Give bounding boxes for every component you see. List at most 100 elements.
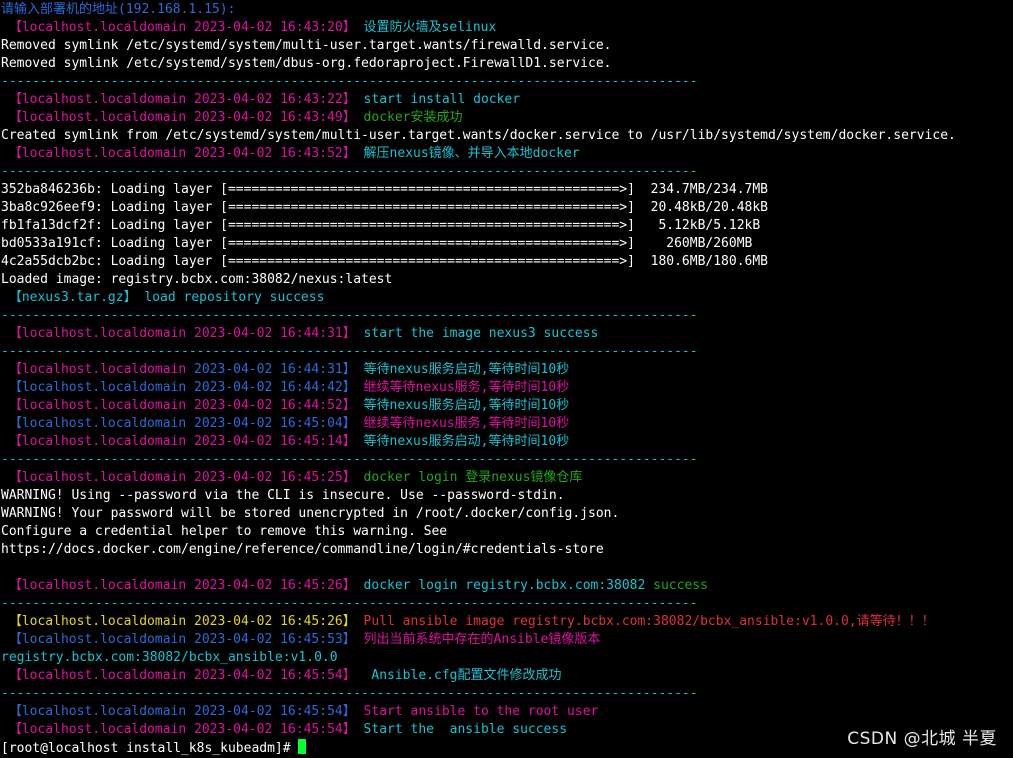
terminal-text: 继续等待nexus服务,等待时间10秒: [363, 416, 570, 431]
terminal-text: 3ba8c926eef9: Loading layer [===========…: [1, 200, 769, 215]
terminal-text: Removed symlink /etc/systemd/system/mult…: [1, 38, 612, 53]
terminal-text: start install docker: [363, 92, 521, 107]
terminal-line: ----------------------------------------…: [1, 685, 1013, 703]
terminal-text: 等待nexus服务启动,等待时间10秒: [363, 434, 570, 449]
terminal-text: 【localhost.localdomain 2023-04-02 16:45:…: [1, 578, 364, 593]
terminal-line: 【localhost.localdomain 2023-04-02 16:44:…: [1, 325, 1013, 343]
terminal-text: 【localhost.localdomain 2023-04-02 16:43:…: [1, 92, 364, 107]
terminal-text: docker login registry.bcbx.com:38082: [363, 578, 654, 593]
terminal-text: docker login 登录nexus镜像仓库: [363, 470, 583, 485]
terminal-line: bd0533a191cf: Loading layer [===========…: [1, 235, 1013, 253]
terminal-line: 【localhost.localdomain 2023-04-02 16:45:…: [1, 631, 1013, 649]
terminal-line: ----------------------------------------…: [1, 73, 1013, 91]
terminal-text: 【localhost.localdomain 2023-04-02 16:45:…: [1, 434, 364, 449]
terminal-line: WARNING! Your password will be stored un…: [1, 505, 1013, 523]
shell-prompt: [root@localhost install_k8s_kubeadm]#: [1, 741, 299, 756]
terminal-line: 【localhost.localdomain 2023-04-02 16:43:…: [1, 91, 1013, 109]
terminal-text: 请输入部署机的地址(192.168.1.15):: [1, 2, 236, 17]
watermark: CSDN @北城 半夏: [847, 729, 997, 749]
terminal-text: Ansible.cfg配置文件修改成功: [363, 668, 562, 683]
terminal-text: 352ba846236b: Loading layer [===========…: [1, 182, 769, 197]
terminal-text: 解压nexus镜像、并导入本地docker: [363, 146, 580, 161]
terminal-line: ----------------------------------------…: [1, 595, 1013, 613]
terminal-line: 4c2a55dcb2bc: Loading layer [===========…: [1, 253, 1013, 271]
terminal-line: 3ba8c926eef9: Loading layer [===========…: [1, 199, 1013, 217]
terminal-text: Start ansible to the root user: [363, 704, 599, 719]
terminal-text: Created symlink from /etc/systemd/system…: [1, 128, 956, 143]
terminal-text: 【localhost.localdomain 2023-04-02 16:45:…: [1, 416, 364, 431]
terminal-line: 【localhost.localdomain 2023-04-02 16:43:…: [1, 19, 1013, 37]
terminal-line: 【nexus3.tar.gz】 load repository success: [1, 289, 1013, 307]
terminal-line: Loaded image: registry.bcbx.com:38082/ne…: [1, 271, 1013, 289]
terminal-line: 请输入部署机的地址(192.168.1.15):: [1, 1, 1013, 19]
terminal-text: WARNING! Using --password via the CLI is…: [1, 488, 565, 503]
terminal-text: ----------------------------------------…: [1, 308, 698, 323]
terminal-line: fb1fa13dcf2f: Loading layer [===========…: [1, 217, 1013, 235]
terminal-text: 【localhost.localdomain 2023-04-02 16:43:…: [1, 146, 364, 161]
terminal-text: ----------------------------------------…: [1, 452, 698, 467]
text-cursor: [298, 739, 307, 754]
terminal-line: registry.bcbx.com:38082/bcbx_ansible:v1.…: [1, 649, 1013, 667]
terminal-text: ----------------------------------------…: [1, 686, 698, 701]
terminal-text: 列出当前系统中存在的Ansible镜像版本: [363, 632, 601, 647]
terminal-line: WARNING! Using --password via the CLI is…: [1, 487, 1013, 505]
terminal-text: fb1fa13dcf2f: Loading layer [===========…: [1, 218, 761, 233]
terminal-text: 等待nexus服务启动,等待时间10秒: [363, 398, 570, 413]
terminal-text: start the image nexus3 success: [363, 326, 599, 341]
terminal-line: 【localhost.localdomain 2023-04-02 16:45:…: [1, 469, 1013, 487]
terminal-window[interactable]: 请输入部署机的地址(192.168.1.15): 【localhost.loca…: [0, 0, 1013, 758]
terminal-text: 设置防火墙及selinux: [363, 20, 497, 35]
terminal-line: ----------------------------------------…: [1, 343, 1013, 361]
terminal-text: Configure a credential helper to remove …: [1, 524, 448, 539]
terminal-text: 【nexus3.tar.gz】 load repository success: [1, 290, 325, 305]
terminal-text: 【localhost.localdomain 2023-04-02 16:45:…: [1, 668, 364, 683]
terminal-text: 4c2a55dcb2bc: Loading layer [===========…: [1, 254, 769, 269]
terminal-line: 【localhost.localdomain 2023-04-02 16:43:…: [1, 109, 1013, 127]
terminal-text: 【localhost.localdomain 2023-04-02 16:45:…: [1, 632, 364, 647]
terminal-line: 【localhost.localdomain 2023-04-02 16:45:…: [1, 433, 1013, 451]
terminal-line: 【localhost.localdomain 2023-04-02 16:43:…: [1, 145, 1013, 163]
terminal-line: Removed symlink /etc/systemd/system/dbus…: [1, 55, 1013, 73]
terminal-line: ----------------------------------------…: [1, 307, 1013, 325]
terminal-text: 继续等待nexus服务,等待时间10秒: [363, 380, 570, 395]
terminal-line: 【localhost.localdomain 2023-04-02 16:44:…: [1, 361, 1013, 379]
terminal-text: success: [653, 578, 708, 593]
terminal-line: 352ba846236b: Loading layer [===========…: [1, 181, 1013, 199]
terminal-text: registry.bcbx.com:38082/bcbx_ansible:v1.…: [1, 650, 338, 665]
terminal-text: 【localhost.localdomain 2023-04-02 16:45:…: [1, 614, 364, 629]
terminal-text: Removed symlink /etc/systemd/system/dbus…: [1, 56, 612, 71]
terminal-text: Start the ansible success: [363, 722, 568, 737]
terminal-line: 【localhost.localdomain 2023-04-02 16:45:…: [1, 577, 1013, 595]
terminal-line: 【localhost.localdomain 2023-04-02 16:45:…: [1, 613, 1013, 631]
terminal-text: WARNING! Your password will be stored un…: [1, 506, 620, 521]
terminal-text: 等待nexus服务启动,等待时间10秒: [363, 362, 570, 377]
terminal-line: 【localhost.localdomain 2023-04-02 16:44:…: [1, 379, 1013, 397]
terminal-text: Pull ansible image registry.bcbx.com:380…: [363, 614, 935, 629]
terminal-line: Removed symlink /etc/systemd/system/mult…: [1, 37, 1013, 55]
terminal-text: https://docs.docker.com/engine/reference…: [1, 542, 604, 557]
terminal-line: ----------------------------------------…: [1, 451, 1013, 469]
terminal-line: Created symlink from /etc/systemd/system…: [1, 127, 1013, 145]
terminal-line: 【localhost.localdomain 2023-04-02 16:45:…: [1, 703, 1013, 721]
terminal-text: 【localhost.localdomain 2023-04-02 16:45:…: [1, 470, 364, 485]
terminal-text: bd0533a191cf: Loading layer [===========…: [1, 236, 753, 251]
terminal-output: 请输入部署机的地址(192.168.1.15): 【localhost.loca…: [1, 1, 1013, 739]
terminal-text: 【localhost.localdomain 2023-04-02 16:44:…: [1, 398, 364, 413]
terminal-text: 【localhost.localdomain 2023-04-02 16:45:…: [1, 704, 364, 719]
terminal-text: Loaded image: registry.bcbx.com:38082/ne…: [1, 272, 393, 287]
terminal-line: 【localhost.localdomain 2023-04-02 16:44:…: [1, 397, 1013, 415]
terminal-line: ----------------------------------------…: [1, 163, 1013, 181]
terminal-line: 【localhost.localdomain 2023-04-02 16:45:…: [1, 667, 1013, 685]
terminal-text: ----------------------------------------…: [1, 596, 698, 611]
terminal-text: 【localhost.localdomain 2023-04-02 16:43:…: [1, 20, 364, 35]
terminal-line: [1, 559, 1013, 577]
terminal-text: ----------------------------------------…: [1, 164, 698, 179]
terminal-line: https://docs.docker.com/engine/reference…: [1, 541, 1013, 559]
terminal-text: 2023-04-02 16:44:31】: [194, 362, 364, 377]
terminal-text: 【localhost.localdomain 2023-04-02 16:45:…: [1, 722, 364, 737]
terminal-text: ----------------------------------------…: [1, 344, 698, 359]
terminal-text: 【localhost.localdomain 2023-04-02 16:43:…: [1, 110, 364, 125]
terminal-text: docker安装成功: [363, 110, 463, 125]
terminal-text: 【localhost.localdomain 2023-04-02 16:44:…: [1, 380, 364, 395]
